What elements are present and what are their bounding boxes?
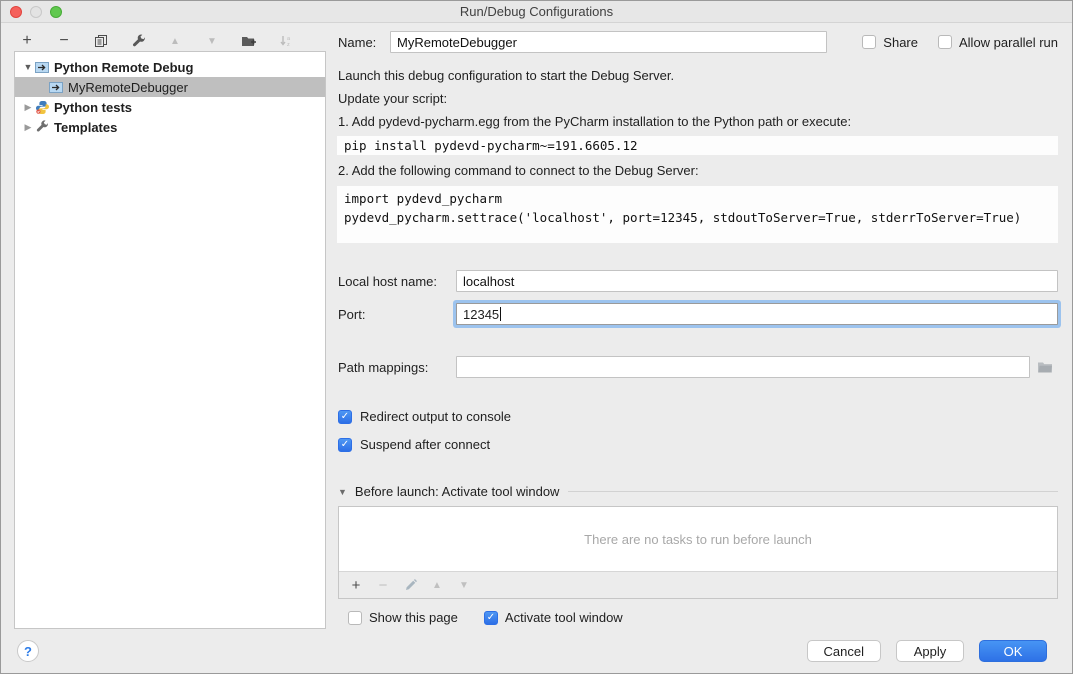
tree-item-templates[interactable]: ▶ Templates bbox=[15, 117, 325, 137]
move-up-icon: ▲ bbox=[432, 580, 442, 591]
port-value: 12345 bbox=[463, 307, 499, 322]
activate-tool-window-checkbox-item[interactable]: Activate tool window bbox=[484, 610, 623, 625]
port-label: Port: bbox=[338, 307, 456, 322]
path-mappings-input[interactable] bbox=[456, 356, 1030, 378]
pip-install-code: pip install pydevd-pycharm~=191.6605.12 bbox=[337, 136, 1058, 155]
move-up-icon: ▲ bbox=[170, 36, 180, 47]
show-this-page-label: Show this page bbox=[369, 610, 458, 625]
share-label: Share bbox=[883, 35, 918, 50]
folder-icon bbox=[1037, 361, 1053, 374]
title-bar: Run/Debug Configurations bbox=[1, 1, 1072, 23]
before-launch-title: Before launch: Activate tool window bbox=[355, 484, 560, 499]
move-up-button[interactable]: ▲ bbox=[164, 31, 186, 51]
settrace-code-line-1: import pydevd_pycharm bbox=[344, 189, 1051, 208]
tree-item-myremotedebugger[interactable]: MyRemoteDebugger bbox=[15, 77, 325, 97]
redirect-output-label: Redirect output to console bbox=[360, 409, 511, 424]
edit-templates-button[interactable] bbox=[127, 31, 149, 51]
minus-icon: − bbox=[379, 577, 388, 594]
wrench-icon bbox=[131, 34, 146, 49]
activate-tool-window-label: Activate tool window bbox=[505, 610, 623, 625]
move-down-button[interactable]: ▼ bbox=[201, 31, 223, 51]
step-2-text: 2. Add the following command to connect … bbox=[338, 159, 1058, 182]
tree-item-label: Python tests bbox=[54, 100, 132, 115]
sort-configurations-button[interactable]: az bbox=[275, 31, 297, 51]
allow-parallel-run-label: Allow parallel run bbox=[959, 35, 1058, 50]
templates-wrench-icon bbox=[34, 120, 50, 134]
intro-line-1: Launch this debug configuration to start… bbox=[338, 64, 1058, 87]
suspend-after-connect-checkbox-item[interactable]: Suspend after connect bbox=[338, 437, 1058, 452]
ok-button[interactable]: OK bbox=[979, 640, 1047, 662]
configuration-form: Name: Share Allow parallel run Launch th… bbox=[338, 31, 1058, 625]
help-icon: ? bbox=[24, 644, 32, 659]
edit-task-button[interactable] bbox=[401, 576, 419, 594]
section-collapse-icon[interactable]: ▼ bbox=[338, 487, 347, 497]
plus-icon: + bbox=[352, 577, 361, 594]
cancel-button[interactable]: Cancel bbox=[807, 640, 881, 662]
settrace-code-block: import pydevd_pycharm pydevd_pycharm.set… bbox=[337, 186, 1058, 243]
before-launch-section-header[interactable]: ▼ Before launch: Activate tool window bbox=[338, 484, 1058, 499]
tree-item-python-tests[interactable]: ▶ Python tests bbox=[15, 97, 325, 117]
move-down-icon: ▼ bbox=[207, 36, 217, 47]
name-label: Name: bbox=[338, 35, 390, 50]
show-this-page-checkbox[interactable] bbox=[348, 611, 362, 625]
redirect-output-checkbox-item[interactable]: Redirect output to console bbox=[338, 409, 1058, 424]
settrace-code-line-2: pydevd_pycharm.settrace('localhost', por… bbox=[344, 208, 1051, 227]
configurations-toolbar: + − ▲ ▼ az bbox=[16, 31, 312, 51]
before-launch-toolbar: + − ▲ ▼ bbox=[339, 571, 1057, 598]
before-launch-empty-text: There are no tasks to run before launch bbox=[339, 507, 1057, 571]
tree-item-python-remote-debug[interactable]: ▼ Python Remote Debug bbox=[15, 57, 325, 77]
minus-icon: − bbox=[59, 32, 68, 50]
copy-icon bbox=[94, 34, 108, 48]
tree-item-label: MyRemoteDebugger bbox=[68, 80, 188, 95]
section-divider bbox=[568, 491, 1058, 492]
tree-item-label: Templates bbox=[54, 120, 117, 135]
new-folder-icon bbox=[241, 34, 257, 48]
allow-parallel-run-checkbox-item[interactable]: Allow parallel run bbox=[938, 35, 1058, 50]
remove-task-button[interactable]: − bbox=[374, 576, 392, 594]
browse-path-mappings-button[interactable] bbox=[1032, 356, 1058, 378]
svg-text:z: z bbox=[287, 42, 290, 48]
create-folder-button[interactable] bbox=[238, 31, 260, 51]
remove-configuration-button[interactable]: − bbox=[53, 31, 75, 51]
allow-parallel-run-checkbox[interactable] bbox=[938, 35, 952, 49]
add-configuration-button[interactable]: + bbox=[16, 31, 38, 51]
run-debug-configurations-dialog: Run/Debug Configurations + − ▲ ▼ az ▼ Py… bbox=[0, 0, 1073, 674]
sort-az-icon: az bbox=[279, 34, 293, 48]
redirect-output-checkbox[interactable] bbox=[338, 410, 352, 424]
tree-item-label: Python Remote Debug bbox=[54, 60, 193, 75]
text-caret bbox=[500, 307, 501, 321]
suspend-after-connect-checkbox[interactable] bbox=[338, 438, 352, 452]
move-down-icon: ▼ bbox=[459, 580, 469, 591]
activate-tool-window-checkbox[interactable] bbox=[484, 611, 498, 625]
show-this-page-checkbox-item[interactable]: Show this page bbox=[348, 610, 458, 625]
share-checkbox-item[interactable]: Share bbox=[862, 35, 918, 50]
apply-button[interactable]: Apply bbox=[896, 640, 964, 662]
python-tests-icon bbox=[34, 100, 50, 114]
step-1-text: 1. Add pydevd-pycharm.egg from the PyCha… bbox=[338, 110, 1058, 133]
copy-configuration-button[interactable] bbox=[90, 31, 112, 51]
configurations-tree: ▼ Python Remote Debug MyRemoteDebugger ▶… bbox=[14, 51, 326, 629]
share-checkbox[interactable] bbox=[862, 35, 876, 49]
add-task-button[interactable]: + bbox=[347, 576, 365, 594]
before-launch-task-list: There are no tasks to run before launch … bbox=[338, 506, 1058, 599]
move-task-down-button[interactable]: ▼ bbox=[455, 576, 473, 594]
pencil-icon bbox=[404, 579, 417, 592]
local-host-name-input[interactable] bbox=[456, 270, 1058, 292]
intro-line-2: Update your script: bbox=[338, 87, 1058, 110]
window-title: Run/Debug Configurations bbox=[1, 4, 1072, 19]
collapse-arrow-icon[interactable]: ▶ bbox=[22, 102, 34, 113]
remote-debug-config-icon bbox=[34, 60, 50, 74]
local-host-name-label: Local host name: bbox=[338, 274, 456, 289]
name-input[interactable] bbox=[390, 31, 827, 53]
collapse-arrow-icon[interactable]: ▶ bbox=[22, 122, 34, 133]
expand-arrow-icon[interactable]: ▼ bbox=[22, 62, 34, 72]
port-input[interactable]: 12345 bbox=[456, 303, 1058, 325]
move-task-up-button[interactable]: ▲ bbox=[428, 576, 446, 594]
help-button[interactable]: ? bbox=[17, 640, 39, 662]
path-mappings-label: Path mappings: bbox=[338, 360, 456, 375]
plus-icon: + bbox=[22, 32, 31, 50]
remote-debug-config-icon bbox=[48, 80, 64, 94]
suspend-after-connect-label: Suspend after connect bbox=[360, 437, 490, 452]
dialog-buttons: Cancel Apply OK bbox=[807, 640, 1047, 662]
